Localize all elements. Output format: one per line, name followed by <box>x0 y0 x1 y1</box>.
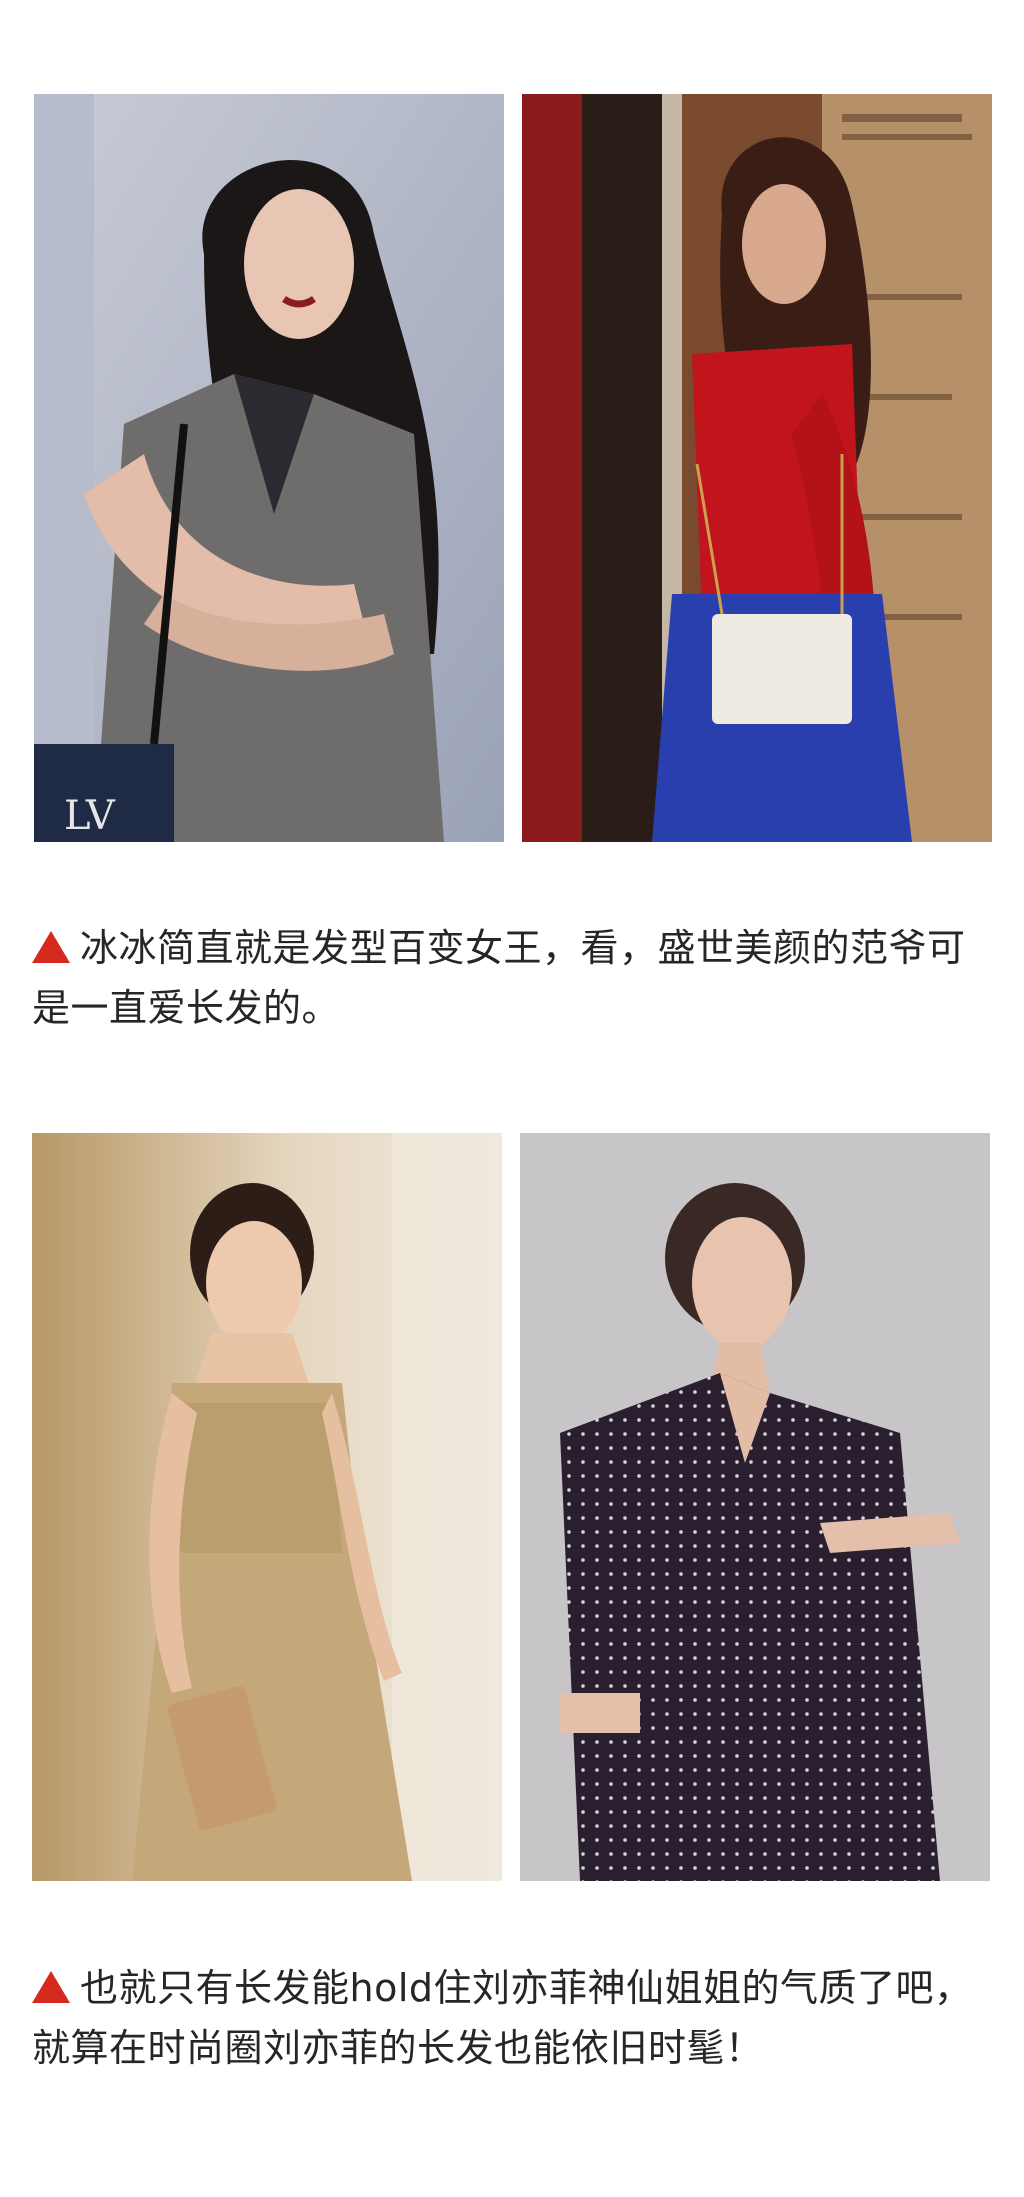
photo-fan-red-sweater[interactable] <box>522 94 992 842</box>
triangle-marker-icon <box>32 931 70 963</box>
caption-1-text: 冰冰简直就是发型百变女王，看，盛世美颜的范爷可是一直爱长发的。 <box>32 926 966 1030</box>
photo-fan-grey-coat[interactable]: LV <box>34 94 504 842</box>
triangle-marker-icon <box>32 1971 70 2003</box>
caption-2-text: 也就只有长发能hold住刘亦菲神仙姐姐的气质了吧，就算在时尚圈刘亦菲的长发也能依… <box>32 1966 973 2070</box>
caption-2: 也就只有长发能hold住刘亦菲神仙姐姐的气质了吧，就算在时尚圈刘亦菲的长发也能依… <box>32 1958 1002 2078</box>
photo-row-1: LV <box>0 94 1024 842</box>
caption-1: 冰冰简直就是发型百变女王，看，盛世美颜的范爷可是一直爱长发的。 <box>32 918 1002 1038</box>
photo-liu-gold-gown[interactable] <box>32 1133 502 1881</box>
svg-text:LV: LV <box>64 793 116 839</box>
photo-liu-polka-blazer[interactable] <box>520 1133 990 1881</box>
photo-row-2 <box>0 1133 1024 1881</box>
